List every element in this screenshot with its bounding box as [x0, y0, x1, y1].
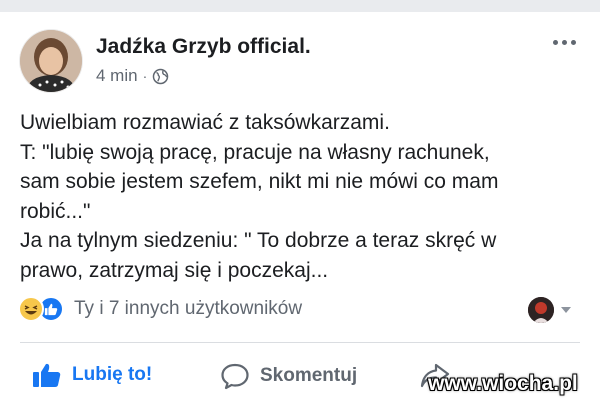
- post-text-line: Ja na tylnym siedzeniu: " To dobrze a te…: [20, 229, 497, 252]
- author-name[interactable]: Jadźka Grzyb official.: [96, 35, 311, 59]
- reactions-text[interactable]: Ty i 7 innych użytkowników: [74, 298, 302, 320]
- reactions-summary[interactable]: Ty i 7 innych użytkowników: [18, 296, 302, 322]
- comment-icon: [221, 363, 249, 390]
- post-text-line: T: "lubię swoją pracę, pracuje na własny…: [20, 140, 490, 164]
- divider: [20, 342, 580, 343]
- more-dot: [562, 40, 567, 45]
- post-text-line: robić...": [20, 199, 91, 223]
- comment-button[interactable]: Skomentuj: [220, 362, 357, 390]
- avatar-photo-icon: [20, 30, 82, 92]
- post-meta: 4 min ·: [96, 66, 169, 86]
- feed-background: [0, 0, 600, 12]
- more-dot: [571, 40, 576, 45]
- post-text-line: Uwielbiam rozmawiać z taksówkarzami.: [20, 111, 390, 134]
- author-avatar[interactable]: [20, 30, 82, 92]
- post-text-line: prawo, zatrzymaj się i poczekaj...: [20, 258, 329, 282]
- haha-icon: [18, 296, 44, 322]
- watermark: www.wiocha.pl: [428, 372, 578, 395]
- post-time[interactable]: 4 min: [96, 66, 138, 86]
- reactor-avatar: [528, 297, 554, 323]
- like-label: Lubię to!: [72, 364, 153, 385]
- thumbs-up-icon: [33, 363, 61, 387]
- globe-icon[interactable]: [152, 68, 169, 85]
- meta-separator: ·: [142, 68, 148, 84]
- post-text: Uwielbiam rozmawiać z taksówkarzami. T: …: [20, 108, 580, 285]
- chevron-down-icon: [561, 307, 571, 313]
- like-button[interactable]: Lubię to!: [32, 362, 152, 388]
- more-options-icon[interactable]: [551, 36, 578, 49]
- comment-label: Skomentuj: [260, 365, 358, 386]
- more-dot: [553, 40, 558, 45]
- reactor-selector[interactable]: [528, 297, 572, 323]
- post-text-line: sam sobie jestem szefem, nikt mi nie mów…: [20, 170, 499, 193]
